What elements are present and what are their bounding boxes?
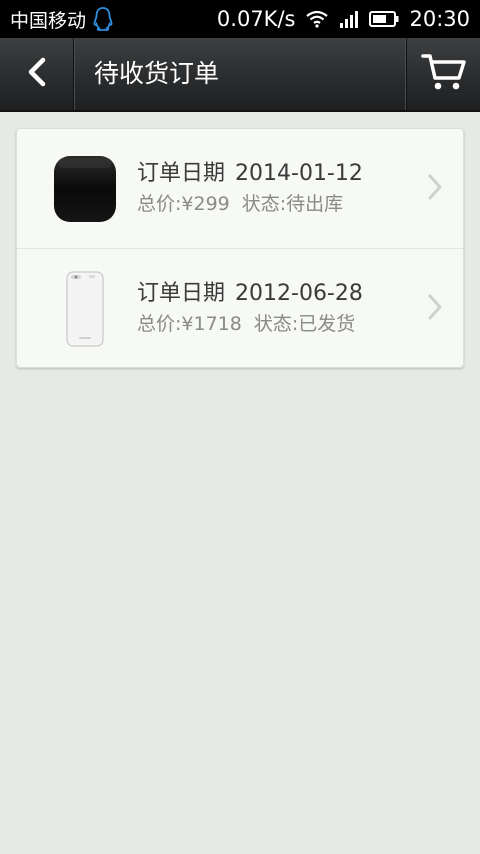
status-bar: 中国移动 0.07K/s 20:30 [0, 0, 480, 38]
order-item[interactable]: 订单日期 2012-06-28 总价:¥1718 状态:已发货 [17, 248, 463, 367]
order-info: 订单日期 2014-01-12 总价:¥299 状态:待出库 [137, 160, 363, 218]
wifi-icon [305, 10, 329, 28]
order-date: 2014-01-12 [235, 161, 363, 186]
order-status: 状态:待出库 [241, 193, 344, 215]
order-date-label: 订单日期 [137, 161, 226, 186]
signal-icon [339, 10, 359, 28]
app-header: 待收货订单 [0, 38, 480, 112]
order-total: 总价:¥1718 [137, 313, 242, 335]
status-right: 0.07K/s 20:30 [217, 7, 470, 31]
order-date-label: 订单日期 [137, 281, 226, 306]
chevron-right-icon [427, 293, 443, 325]
battery-icon [369, 10, 399, 28]
carrier-name: 中国移动 [10, 9, 87, 32]
order-list: 订单日期2014-01-12 总价:¥299状态:待出库 订单日期2012 [16, 128, 464, 368]
order-meta-line: 总价:¥299 状态:待出库 [137, 190, 363, 218]
router-icon [51, 151, 119, 227]
order-date: 2012-06-28 [235, 281, 363, 306]
status-left: 中国移动 [10, 6, 114, 33]
order-item[interactable]: 订单日期 2014-01-12 总价:¥299 状态:待出库 [17, 129, 463, 248]
net-speed: 0.07K/s [216, 7, 296, 31]
clock: 20:30 [409, 7, 470, 31]
order-info: 订单日期 2012-06-28 总价:¥1718 状态:已发货 [137, 280, 363, 338]
chevron-right-icon [427, 173, 443, 205]
order-status: 状态:已发货 [253, 313, 356, 335]
order-meta-line: 总价:¥1718 状态:已发货 [137, 310, 363, 338]
page-title: 待收货订单 [94, 59, 220, 88]
order-date-line: 订单日期 2014-01-12 [137, 160, 363, 188]
back-arrow-icon [25, 56, 49, 92]
qq-icon [92, 6, 114, 32]
cart-button[interactable] [406, 38, 480, 110]
order-total: 总价:¥299 [137, 193, 230, 215]
cart-icon [420, 52, 467, 96]
back-button[interactable] [0, 38, 74, 110]
order-date-line: 订单日期 2012-06-28 [137, 280, 363, 308]
phone-icon [51, 271, 119, 347]
